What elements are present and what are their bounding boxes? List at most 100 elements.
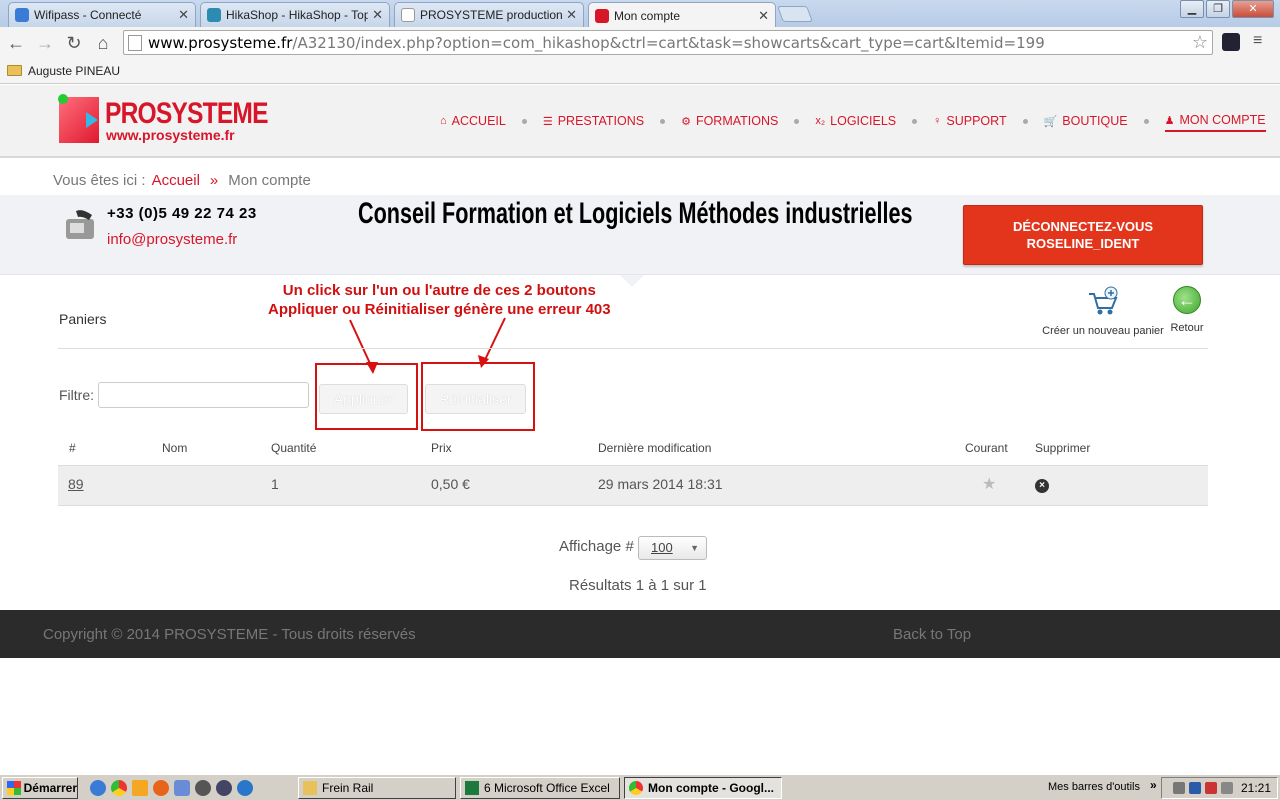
- address-bar[interactable]: www.prosysteme.fr /A32130/index.php?opti…: [123, 30, 1213, 55]
- divider: [58, 348, 1208, 349]
- volume-icon[interactable]: [1220, 782, 1233, 794]
- system-tray: 21:21: [1161, 777, 1278, 799]
- alert-icon[interactable]: [1204, 782, 1217, 794]
- chrome-icon: [629, 781, 643, 795]
- taskbar-item-label: Mon compte - Googl...: [648, 781, 774, 795]
- logo-dot: [58, 94, 68, 104]
- url-host: www.prosysteme.fr: [148, 33, 293, 52]
- ie-icon[interactable]: [90, 779, 106, 796]
- windows-taskbar: Démarrer Frein Rail 6 Microsoft Office E…: [0, 774, 1280, 800]
- nav-label: LOGICIELS: [830, 114, 897, 128]
- media-icon[interactable]: [216, 779, 232, 796]
- minimize-icon[interactable]: ▁: [1180, 0, 1204, 18]
- nav-label: BOUTIQUE: [1062, 114, 1128, 128]
- email-link[interactable]: info@prosysteme.fr: [107, 231, 237, 248]
- nav-label: FORMATIONS: [695, 114, 779, 128]
- filter-input[interactable]: [98, 382, 309, 408]
- back-button[interactable]: ← Retour: [1166, 286, 1208, 334]
- restore-icon[interactable]: ❐: [1206, 0, 1230, 18]
- col-header-price[interactable]: Prix: [431, 441, 452, 455]
- nav-label: ACCUEIL: [451, 114, 506, 128]
- cart-modified: 29 mars 2014 18:31: [598, 476, 723, 492]
- page-size-select[interactable]: 100 ▼: [638, 536, 707, 560]
- logout-line-2: ROSELINE_IDENT: [1026, 236, 1140, 251]
- security-icon[interactable]: [1188, 782, 1201, 794]
- close-window-icon[interactable]: ✕: [1232, 0, 1274, 18]
- logo-url: www.prosysteme.fr: [106, 127, 235, 143]
- nav-mon-compte[interactable]: ♟ MON COMPTE: [1164, 113, 1266, 132]
- hikashop-icon: [207, 8, 221, 22]
- cart-quantity: 1: [271, 476, 279, 492]
- col-header-modified[interactable]: Dernière modification: [598, 441, 711, 455]
- nav-accueil[interactable]: ⌂ ACCUEIL: [440, 114, 506, 131]
- logo-name[interactable]: PROSYSTEME: [105, 97, 268, 131]
- highlight-box-apply: [315, 363, 418, 430]
- breadcrumb-current: Mon compte: [228, 172, 311, 189]
- forward-arrow-icon[interactable]: →: [32, 30, 58, 56]
- tab-prosysteme-production[interactable]: PROSYSTEME production A ✕: [394, 2, 584, 27]
- tab-hikashop[interactable]: HikaShop - HikaShop - Topic ✕: [200, 2, 390, 27]
- cart-icon: 🛒: [1043, 115, 1058, 128]
- chevron-down-icon: ▼: [690, 543, 699, 553]
- extension-icon[interactable]: [1222, 33, 1240, 51]
- nav-boutique[interactable]: 🛒 BOUTIQUE: [1044, 114, 1128, 131]
- annotation-line-1: Un click sur l'un ou l'autre de ces 2 bo…: [282, 282, 596, 299]
- bookmark-item[interactable]: Auguste PINEAU: [28, 64, 120, 78]
- chevron-right-icon[interactable]: »: [1150, 778, 1157, 792]
- delete-icon[interactable]: ×: [1035, 479, 1049, 493]
- network-icon[interactable]: [1172, 782, 1185, 794]
- taskbar-item-excel[interactable]: 6 Microsoft Office Excel: [460, 777, 620, 799]
- office-icon[interactable]: [132, 779, 148, 796]
- ie-icon-2[interactable]: [237, 779, 253, 796]
- star-icon[interactable]: ★: [982, 474, 996, 494]
- taskbar-item-chrome[interactable]: Mon compte - Googl...: [624, 777, 782, 799]
- nav-formations[interactable]: ⚙ FORMATIONS: [681, 114, 778, 131]
- list-icon: ☰: [542, 115, 553, 128]
- firefox-icon[interactable]: [153, 779, 169, 796]
- results-count: Résultats 1 à 1 sur 1: [569, 577, 707, 594]
- tab-wifipass[interactable]: Wifipass - Connecté ✕: [8, 2, 196, 27]
- highlight-box-reset: [421, 362, 535, 431]
- cart-price: 0,50 €: [431, 476, 470, 492]
- nav-prestations[interactable]: ☰ PRESTATIONS: [543, 114, 644, 131]
- col-header-delete: Supprimer: [1035, 441, 1091, 455]
- page-icon: [128, 34, 142, 51]
- tab-label: HikaShop - HikaShop - Topic: [226, 8, 369, 22]
- close-tab-icon[interactable]: ✕: [178, 7, 189, 23]
- cart-id-link[interactable]: 89: [68, 476, 84, 492]
- filter-label: Filtre:: [59, 387, 94, 403]
- settings-icon[interactable]: [195, 779, 211, 796]
- app-icon[interactable]: [174, 779, 190, 796]
- close-tab-icon[interactable]: ✕: [566, 7, 577, 23]
- col-header-id[interactable]: #: [69, 441, 76, 455]
- close-tab-icon[interactable]: ✕: [758, 8, 769, 24]
- bookmarks-bar: Auguste PINEAU: [0, 58, 1280, 84]
- breadcrumb-home-link[interactable]: Accueil: [152, 172, 200, 189]
- col-header-quantity[interactable]: Quantité: [271, 441, 316, 455]
- menu-icon[interactable]: ≡: [1253, 33, 1269, 49]
- chrome-icon[interactable]: [111, 779, 127, 796]
- reload-icon[interactable]: ↻: [61, 30, 87, 56]
- logout-button[interactable]: DÉCONNECTEZ-VOUS ROSELINE_IDENT: [963, 205, 1203, 265]
- page-icon: [401, 8, 415, 22]
- band-notch: [620, 275, 644, 287]
- nav-logiciels[interactable]: x₂ LOGICIELS: [815, 114, 896, 131]
- home-icon[interactable]: ⌂: [90, 30, 116, 56]
- main-nav: ⌂ ACCUEIL ☰ PRESTATIONS ⚙ FORMATIONS x₂ …: [440, 113, 1266, 132]
- back-to-top-link[interactable]: Back to Top: [893, 626, 971, 643]
- start-button[interactable]: Démarrer: [2, 776, 78, 799]
- taskbar-item-frein-rail[interactable]: Frein Rail: [298, 777, 456, 799]
- browser-toolbar: ← → ↻ ⌂ www.prosysteme.fr /A32130/index.…: [0, 27, 1280, 58]
- bookmark-star-icon[interactable]: ☆: [1192, 32, 1208, 53]
- col-header-name[interactable]: Nom: [162, 441, 187, 455]
- prosysteme-icon: [595, 8, 609, 23]
- close-tab-icon[interactable]: ✕: [372, 7, 383, 23]
- url-path: /A32130/index.php?option=com_hikashop&ct…: [292, 33, 1045, 52]
- nav-support[interactable]: ♀ SUPPORT: [933, 114, 1006, 131]
- tab-mon-compte[interactable]: Mon compte ✕: [588, 2, 776, 28]
- new-tab-button[interactable]: [777, 6, 813, 22]
- toolbars-label[interactable]: Mes barres d'outils: [1048, 781, 1140, 793]
- new-cart-button[interactable]: Créer un nouveau panier: [1042, 286, 1164, 337]
- new-cart-label: Créer un nouveau panier: [1042, 325, 1164, 337]
- back-arrow-icon[interactable]: ←: [3, 30, 29, 56]
